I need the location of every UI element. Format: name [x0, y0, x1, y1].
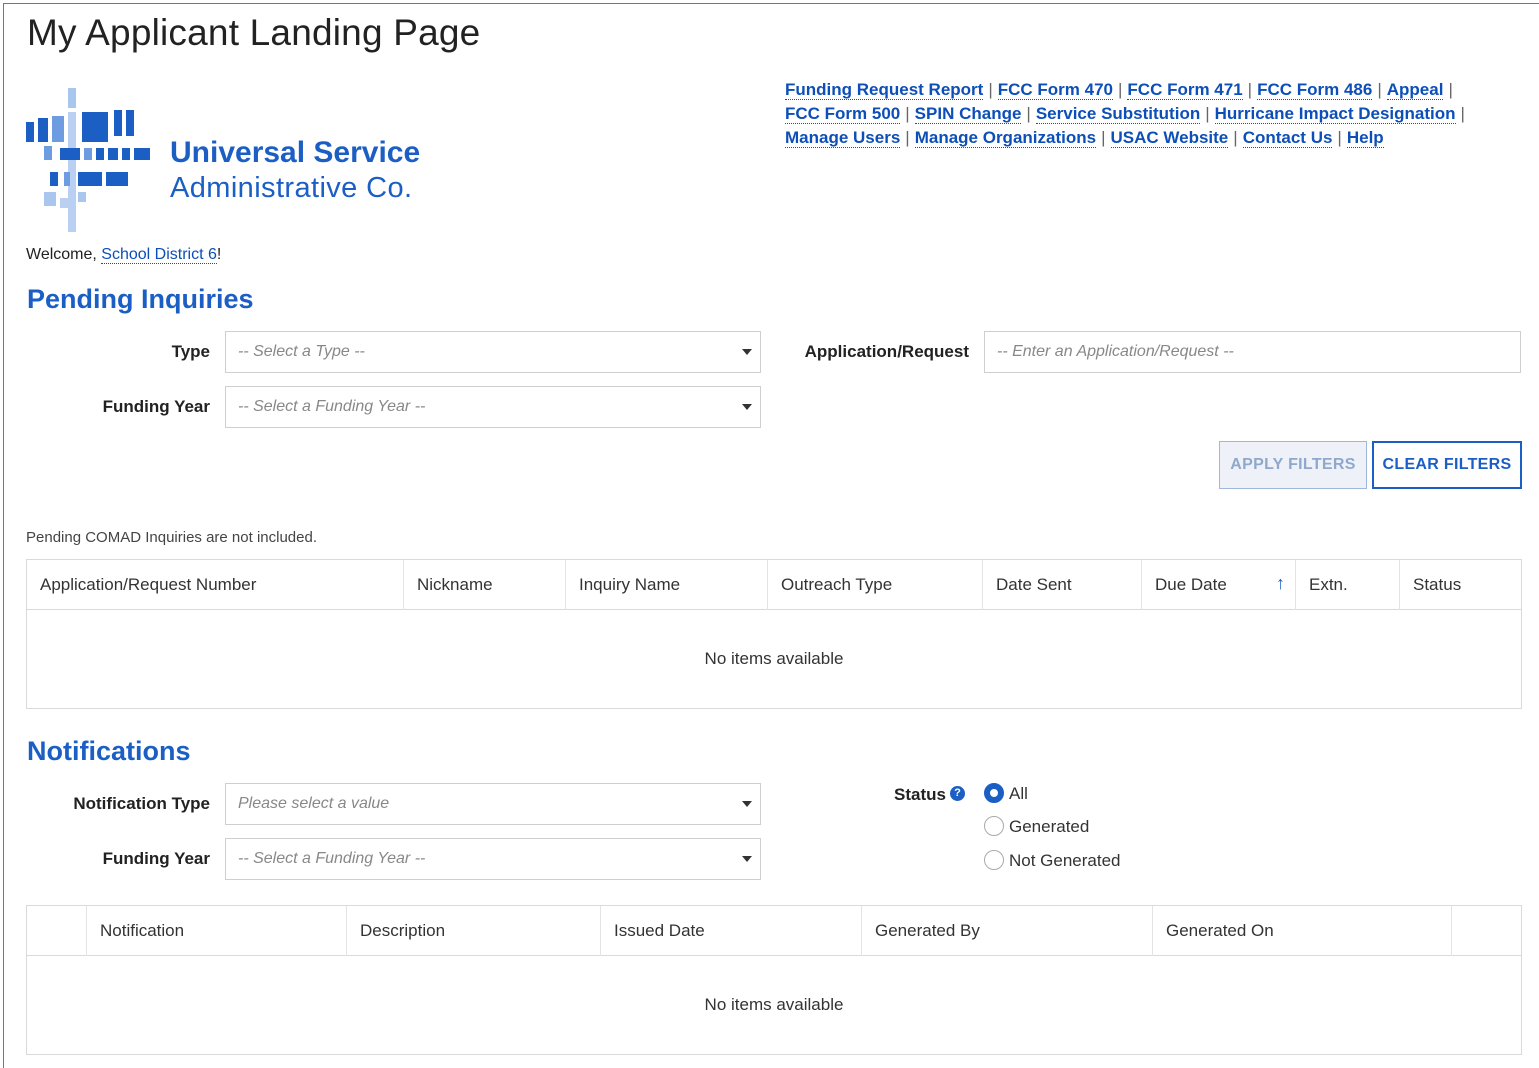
chevron-down-icon: [742, 856, 752, 862]
col-due-date[interactable]: Due Date: [1142, 560, 1296, 610]
link-help[interactable]: Help: [1346, 128, 1384, 148]
funding-year-label: Funding Year: [102, 397, 210, 416]
sort-ascending-icon: ↑: [1276, 573, 1285, 593]
link-spin-change[interactable]: SPIN Change: [914, 104, 1022, 124]
funding-year-select-value: -- Select a Funding Year --: [238, 398, 426, 415]
link-manage-users[interactable]: Manage Users: [785, 128, 901, 148]
link-fcc-form-470[interactable]: FCC Form 470: [997, 80, 1113, 100]
col-description[interactable]: Description: [347, 906, 601, 956]
col-issued-date[interactable]: Issued Date: [601, 906, 862, 956]
chevron-down-icon: [742, 349, 752, 355]
notification-type-select[interactable]: Please select a value: [225, 783, 761, 825]
link-usac-website[interactable]: USAC Website: [1110, 128, 1229, 148]
col-select: [27, 906, 87, 956]
status-radio-not-generated[interactable]: Not Generated: [984, 849, 1121, 872]
col-nickname[interactable]: Nickname: [404, 560, 566, 610]
apply-filters-button[interactable]: APPLY FILTERS: [1219, 441, 1367, 489]
pending-inquiries-table: Application/Request Number Nickname Inqu…: [26, 559, 1522, 709]
link-appeal[interactable]: Appeal: [1386, 80, 1444, 100]
application-request-label: Application/Request: [804, 342, 969, 361]
col-inquiry-name[interactable]: Inquiry Name: [566, 560, 768, 610]
link-fcc-form-471[interactable]: FCC Form 471: [1127, 80, 1243, 100]
empty-message: No items available: [704, 995, 844, 1014]
link-contact-us[interactable]: Contact Us: [1242, 128, 1333, 148]
link-funding-request-report[interactable]: Funding Request Report: [785, 80, 984, 100]
usac-logo[interactable]: Universal Service Administrative Co.: [24, 84, 444, 234]
type-select-value: -- Select a Type --: [238, 343, 365, 360]
funding-year-select[interactable]: -- Select a Funding Year --: [225, 386, 761, 428]
link-hurricane-impact-designation[interactable]: Hurricane Impact Designation: [1214, 104, 1456, 124]
col-actions: [1452, 906, 1521, 956]
col-date-sent[interactable]: Date Sent: [983, 560, 1142, 610]
pending-inquiries-heading: Pending Inquiries: [27, 284, 254, 314]
logo-text-line1: Universal Service: [170, 136, 421, 169]
comad-note: Pending COMAD Inquiries are not included…: [26, 529, 317, 546]
clear-filters-button[interactable]: CLEAR FILTERS: [1372, 441, 1522, 489]
type-select[interactable]: -- Select a Type --: [225, 331, 761, 373]
user-link[interactable]: School District 6: [101, 246, 217, 264]
usac-logo-mark: [26, 88, 150, 232]
col-outreach-type[interactable]: Outreach Type: [768, 560, 983, 610]
application-request-placeholder: -- Enter an Application/Request --: [997, 343, 1234, 360]
quick-links: Funding Request Report | FCC Form 470 | FCC …: [785, 80, 1465, 148]
application-request-input[interactable]: -- Enter an Application/Request --: [984, 331, 1521, 373]
notification-type-select-value: Please select a value: [238, 795, 390, 812]
col-generated-on[interactable]: Generated On: [1153, 906, 1452, 956]
notification-funding-year-label: Funding Year: [102, 849, 210, 868]
chevron-down-icon: [742, 801, 752, 807]
link-service-substitution[interactable]: Service Substitution: [1035, 104, 1201, 124]
page-title: My Applicant Landing Page: [27, 12, 481, 53]
status-label: Status?: [894, 785, 965, 805]
chevron-down-icon: [742, 404, 752, 410]
empty-message: No items available: [704, 649, 844, 668]
col-extn[interactable]: Extn.: [1296, 560, 1400, 610]
col-generated-by[interactable]: Generated By: [862, 906, 1153, 956]
link-fcc-form-486[interactable]: FCC Form 486: [1257, 80, 1373, 100]
col-notification[interactable]: Notification: [87, 906, 347, 956]
status-radio-generated[interactable]: Generated: [984, 815, 1089, 838]
type-label: Type: [171, 342, 210, 361]
table-header: Notification Description Issued Date Gen…: [27, 906, 1521, 956]
logo-text-line2: Administrative Co.: [170, 172, 413, 204]
radio-unselected-icon: [984, 815, 1004, 836]
welcome-message: Welcome, School District 6!: [26, 246, 222, 264]
link-manage-organizations[interactable]: Manage Organizations: [914, 128, 1097, 148]
table-header: Application/Request Number Nickname Inqu…: [27, 560, 1521, 610]
notification-funding-year-select[interactable]: -- Select a Funding Year --: [225, 838, 761, 880]
link-fcc-form-500[interactable]: FCC Form 500: [785, 104, 901, 124]
notification-funding-year-select-value: -- Select a Funding Year --: [238, 850, 426, 867]
notifications-heading: Notifications: [27, 736, 191, 766]
radio-selected-icon: [984, 782, 1004, 803]
col-application-request-number[interactable]: Application/Request Number: [27, 560, 404, 610]
notification-type-label: Notification Type: [73, 794, 210, 813]
notifications-table: Notification Description Issued Date Gen…: [26, 905, 1522, 1055]
status-radio-all[interactable]: All: [984, 782, 1028, 805]
radio-unselected-icon: [984, 849, 1004, 870]
col-status[interactable]: Status: [1400, 560, 1521, 610]
help-icon[interactable]: ?: [949, 786, 965, 802]
